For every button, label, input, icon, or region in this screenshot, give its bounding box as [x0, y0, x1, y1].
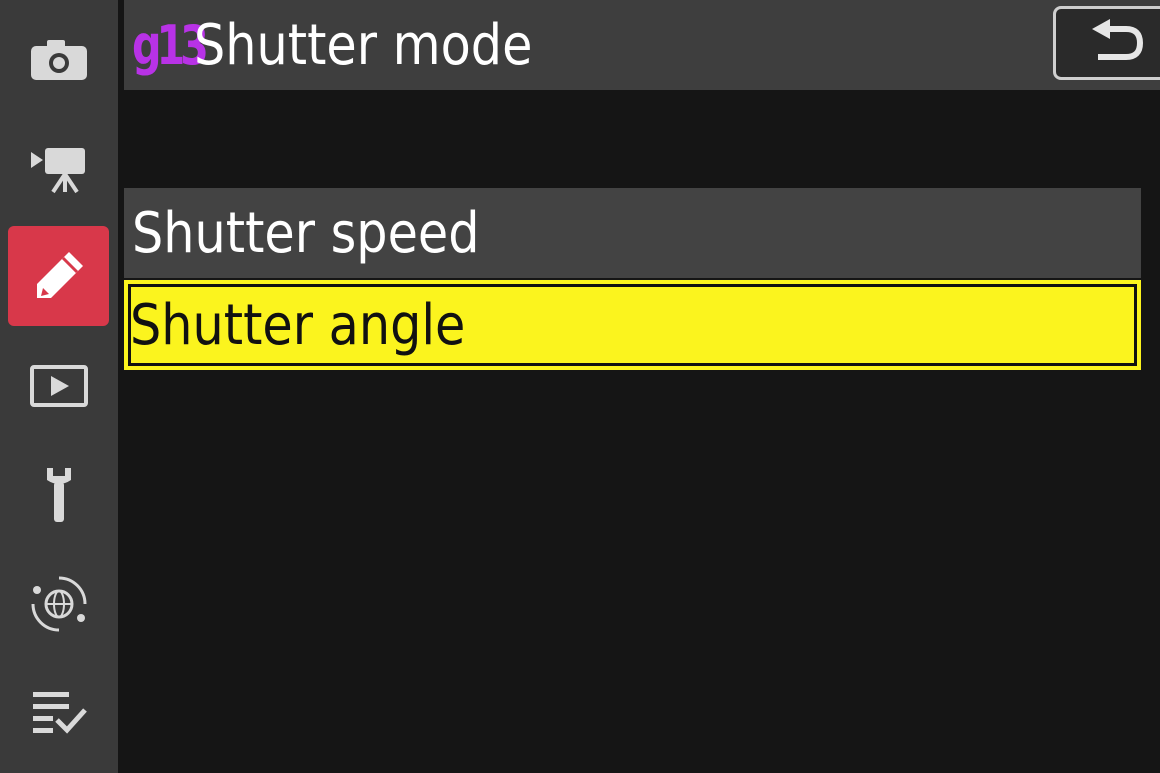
header-bar: g13 Shutter mode — [124, 0, 1160, 90]
menu-item-label: Shutter angle — [130, 292, 466, 358]
tab-video-recording[interactable] — [8, 120, 109, 220]
tab-setup[interactable] — [8, 444, 109, 544]
my-menu-icon — [32, 692, 87, 734]
movie-camera-icon — [30, 148, 85, 194]
menu-item-shutter-angle[interactable]: Shutter angle — [124, 280, 1141, 370]
back-button[interactable] — [1053, 6, 1160, 80]
pencil-icon — [36, 252, 83, 298]
menu-code: g13 — [132, 13, 209, 77]
menu-item-label: Shutter speed — [132, 200, 480, 266]
tab-playback[interactable] — [8, 336, 109, 436]
tab-network[interactable] — [8, 554, 109, 654]
camera-icon — [30, 40, 87, 80]
back-arrow-icon — [1092, 19, 1144, 60]
menu-item-shutter-speed[interactable]: Shutter speed — [124, 188, 1141, 278]
tab-custom-settings[interactable] — [8, 226, 109, 326]
tab-my-menu[interactable] — [8, 662, 109, 762]
sidebar — [0, 0, 118, 773]
page-title: Shutter mode — [194, 12, 533, 78]
tab-photo-shooting[interactable] — [8, 10, 109, 110]
network-icon — [31, 576, 86, 632]
wrench-icon — [46, 468, 71, 522]
playback-icon — [29, 365, 88, 407]
